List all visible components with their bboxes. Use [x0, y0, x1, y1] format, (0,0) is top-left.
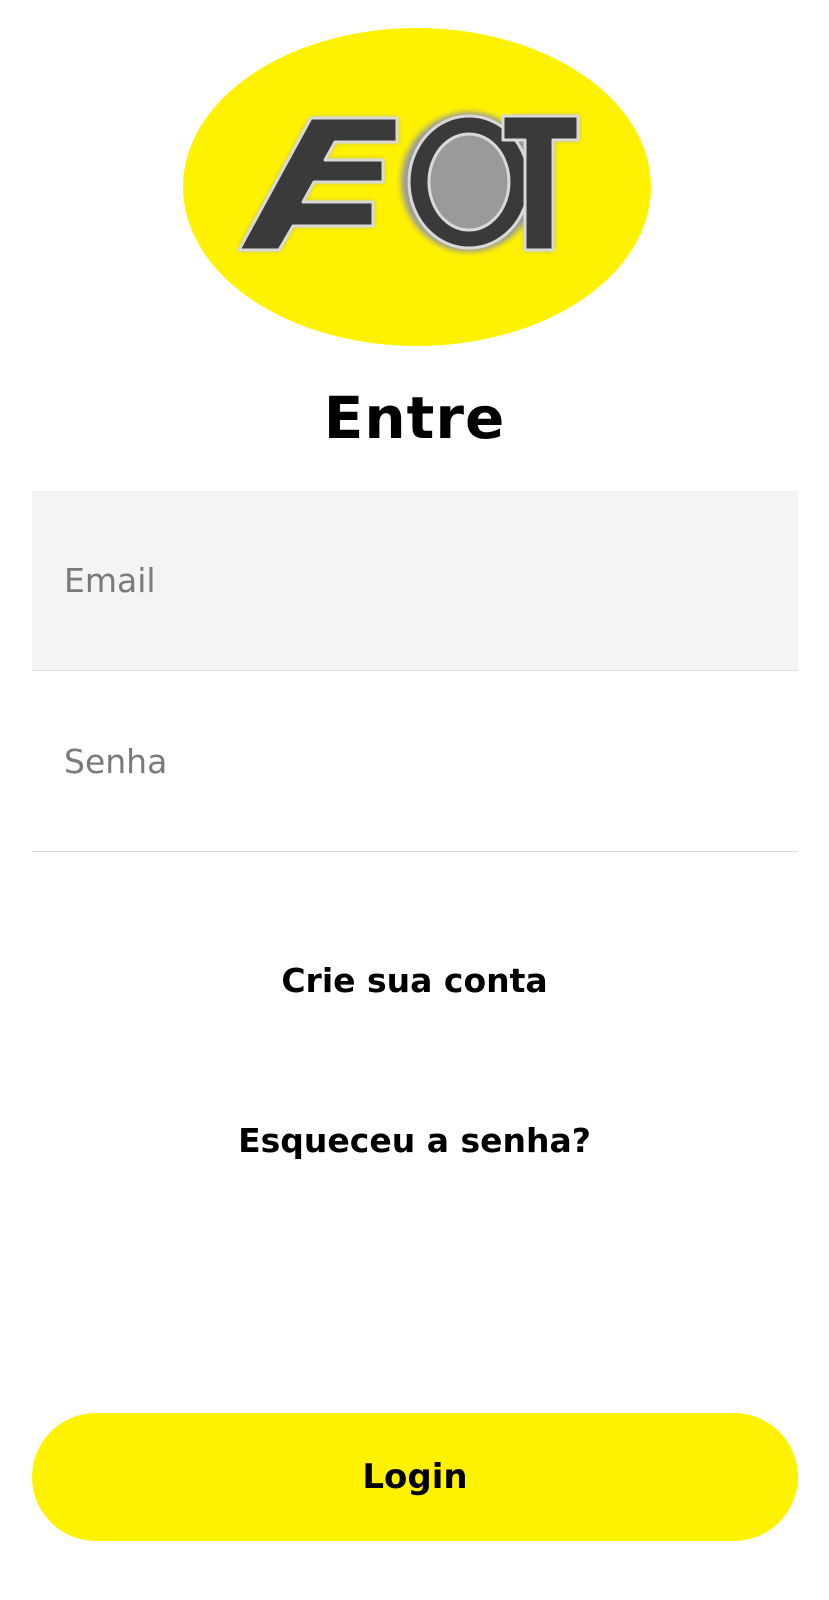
create-account-link[interactable]: Crie sua conta [0, 960, 829, 1002]
password-input[interactable] [32, 672, 798, 851]
login-button[interactable]: Login [32, 1413, 798, 1541]
app-logo [183, 28, 651, 346]
password-field-container [32, 672, 798, 852]
email-input[interactable] [32, 491, 798, 670]
email-field-container [32, 491, 798, 671]
page-title: Entre [323, 384, 506, 452]
forgot-password-link[interactable]: Esqueceu a senha? [0, 1120, 829, 1162]
